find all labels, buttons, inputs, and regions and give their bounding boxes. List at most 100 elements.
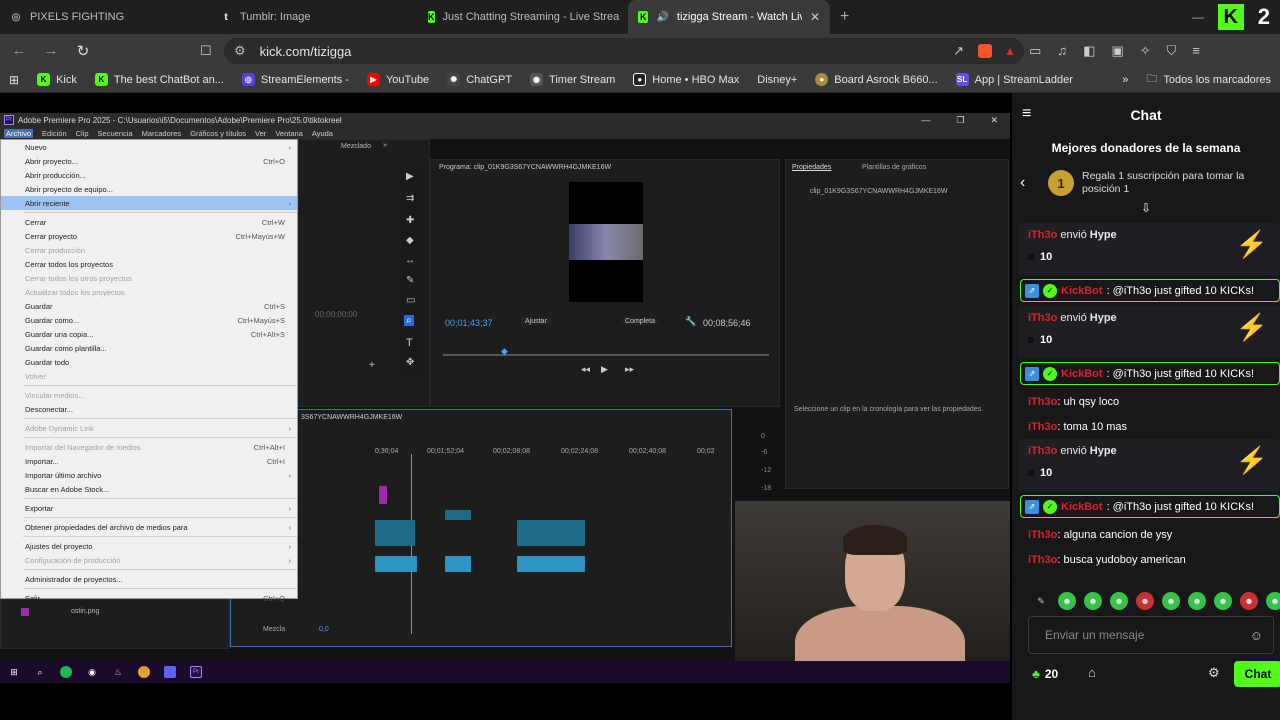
all-bookmarks[interactable]: 🗀 Todos los marcadores xyxy=(1137,70,1280,89)
dropdown-item-label: Ajustes del proyecto xyxy=(25,541,93,551)
menu-separator xyxy=(23,517,297,518)
bookmark-star-icon[interactable]: ☐ xyxy=(200,43,212,59)
apps-icon[interactable]: ⊞ xyxy=(0,73,28,87)
submenu-arrow-icon: › xyxy=(288,198,292,208)
chat-username[interactable]: KickBot xyxy=(1061,285,1103,297)
settings-icon[interactable]: ⚙ xyxy=(1208,665,1220,681)
emote-icon[interactable]: ☻ xyxy=(1084,592,1102,610)
dropdown-item-label: Configuración de producción xyxy=(25,555,121,565)
emote-icon[interactable]: ☻ xyxy=(1266,592,1280,610)
bookmark-streamladder[interactable]: SL App | StreamLadder xyxy=(947,73,1082,86)
tab-pixels-fighting[interactable]: ◎ PIXELS FIGHTING xyxy=(0,0,210,34)
chat-message-text: : uh qsy loco xyxy=(1057,395,1120,408)
back-icon[interactable]: ← xyxy=(6,42,32,59)
chat-username[interactable]: iTh3o xyxy=(1028,554,1057,566)
chat-message-text: : @iTh3o just gifted 10 KICKs! xyxy=(1106,284,1255,297)
bookmark-hbo[interactable]: ● Home • HBO Max xyxy=(624,73,748,86)
chat-username[interactable]: KickBot xyxy=(1061,501,1103,513)
emote-icon[interactable]: ☻ xyxy=(1058,592,1076,610)
chat-username[interactable]: iTh3o xyxy=(1028,396,1057,408)
dropdown-item-label: Guardar como plantilla... xyxy=(25,343,107,353)
file-name: ostin.png xyxy=(71,608,100,615)
bookmark-kick[interactable]: K Kick xyxy=(28,73,86,86)
points-value: 20 xyxy=(1044,667,1059,681)
emote-icon[interactable]: ☻ xyxy=(1162,592,1180,610)
bookmark-label: Kick xyxy=(56,73,77,86)
kick-coin-icon xyxy=(1028,254,1034,260)
menu-icon[interactable]: ≡ xyxy=(1192,43,1200,58)
speaker-icon[interactable]: 🔊 xyxy=(656,12,668,23)
chat-message-text: : @iTh3o just gifted 10 KICKs! xyxy=(1106,500,1255,513)
type-tool-icon: T xyxy=(406,337,413,349)
dropdown-item-label: Abrir reciente xyxy=(25,198,70,208)
bookmark-timer-stream[interactable]: ◉ Timer Stream xyxy=(521,73,624,86)
bookmark-streamelements[interactable]: ◎ StreamElements - xyxy=(233,73,358,86)
vpn-icon[interactable]: ⛉ xyxy=(1167,43,1177,59)
brave-shield-icon[interactable] xyxy=(978,44,992,58)
collapse-donors-icon[interactable]: ⇩ xyxy=(1020,201,1272,215)
dropdown-item: Volver xyxy=(1,369,297,383)
sidebar-icon[interactable]: ◧ xyxy=(1083,43,1095,59)
dropdown-item-label: Administrador de proyectos... xyxy=(25,574,123,584)
new-tab-icon[interactable]: + xyxy=(830,8,859,26)
premiere-menu-bar: Archivo Edición Clip Secuencia Marcadore… xyxy=(0,127,1010,139)
emote-icon[interactable]: ☻ xyxy=(1214,592,1232,610)
program-preview xyxy=(569,182,643,302)
dropdown-item-shortcut: Ctrl+W xyxy=(261,217,285,227)
dropdown-item: Vincular medios... xyxy=(1,388,297,402)
bot-badge-icon: ⇗ xyxy=(1025,366,1039,381)
meter-value: -6 xyxy=(761,449,768,456)
chat-input[interactable]: Enviar un mensaje ☺ xyxy=(1028,616,1274,654)
emote-icon[interactable]: ☻ xyxy=(1240,592,1258,610)
cast-icon[interactable]: ▭ xyxy=(1029,43,1041,59)
url-text: kick.com/tizigga xyxy=(259,43,352,59)
share-icon[interactable]: ↗ xyxy=(953,43,964,59)
emote-feather-icon[interactable]: ✎ xyxy=(1032,592,1050,610)
emoji-icon[interactable]: ☺ xyxy=(1250,628,1263,643)
reload-icon[interactable]: ↻ xyxy=(70,42,96,60)
bookmark-chatgpt[interactable]: ✺ ChatGPT xyxy=(438,73,521,86)
kick-coin-icon xyxy=(1028,337,1034,343)
tab-tizigga[interactable]: K 🔊 tizigga Stream - Watch Live o ✕ xyxy=(628,0,830,34)
wallet-icon[interactable]: ▣ xyxy=(1111,43,1123,59)
streamladder-icon: SL xyxy=(955,73,969,86)
brave-rewards-icon[interactable]: ▲ xyxy=(1004,44,1016,58)
chat-username[interactable]: iTh3o xyxy=(1028,529,1057,541)
dropdown-item: Guardar como... Ctrl+Mayús+S xyxy=(1,313,297,327)
site-info-icon[interactable]: ⚙ xyxy=(234,43,246,59)
bookmark-label: App | StreamLadder xyxy=(974,73,1073,86)
chat-username[interactable]: iTh3o xyxy=(1028,312,1057,324)
chat-username[interactable]: iTh3o xyxy=(1028,229,1057,241)
dropdown-item-label: Guardar como... xyxy=(25,315,80,325)
dropdown-item-shortcut: Ctrl+Alt+S xyxy=(250,329,285,339)
chat-username[interactable]: KickBot xyxy=(1061,368,1103,380)
forward-icon[interactable]: → xyxy=(38,42,64,59)
bookmark-chatbot[interactable]: K The best ChatBot an... xyxy=(86,73,233,86)
chat-message: iTh3o: busca yudoboy american xyxy=(1012,547,1280,572)
stream-video[interactable]: Pr Adobe Premiere Pro 2025 - C:\Usuarios… xyxy=(0,93,1012,720)
emote-icon[interactable]: ☻ xyxy=(1188,592,1206,610)
more-bookmarks-icon[interactable]: » xyxy=(1113,74,1137,86)
media-icon[interactable]: ♫ xyxy=(1057,43,1067,58)
bookmark-disney[interactable]: Disney+ xyxy=(748,74,806,86)
collapse-chat-icon[interactable]: ≡ xyxy=(1022,105,1031,123)
url-field[interactable]: ⚙ kick.com/tizigga ↗ ▲ xyxy=(224,38,1024,64)
bookmark-youtube[interactable]: ▶ YouTube xyxy=(358,73,438,86)
submenu-arrow-icon: › xyxy=(288,522,292,532)
chat-username[interactable]: iTh3o xyxy=(1028,421,1057,433)
chevrons-icon: » xyxy=(383,142,387,149)
tab-tumblr[interactable]: t Tumblr: Image xyxy=(210,0,418,34)
channel-points[interactable]: ♣ 20 xyxy=(1032,667,1058,681)
send-chat-button[interactable]: Chat xyxy=(1234,661,1280,687)
bookmark-asrock[interactable]: ● Board Asrock B660... xyxy=(806,73,946,86)
minimize-icon[interactable]: — xyxy=(1192,10,1204,24)
leo-icon[interactable]: ✧ xyxy=(1140,43,1151,59)
store-icon[interactable]: ⌂ xyxy=(1088,665,1096,680)
chevron-left-icon[interactable]: ‹ xyxy=(1020,174,1040,192)
current-timecode: 00;01;43;37 xyxy=(445,318,493,328)
chat-username[interactable]: iTh3o xyxy=(1028,445,1057,457)
tab-just-chatting[interactable]: K Just Chatting Streaming - Live Strea xyxy=(418,0,628,34)
emote-icon[interactable]: ☻ xyxy=(1136,592,1154,610)
emote-icon[interactable]: ☻ xyxy=(1110,592,1128,610)
close-tab-icon[interactable]: ✕ xyxy=(810,10,820,24)
